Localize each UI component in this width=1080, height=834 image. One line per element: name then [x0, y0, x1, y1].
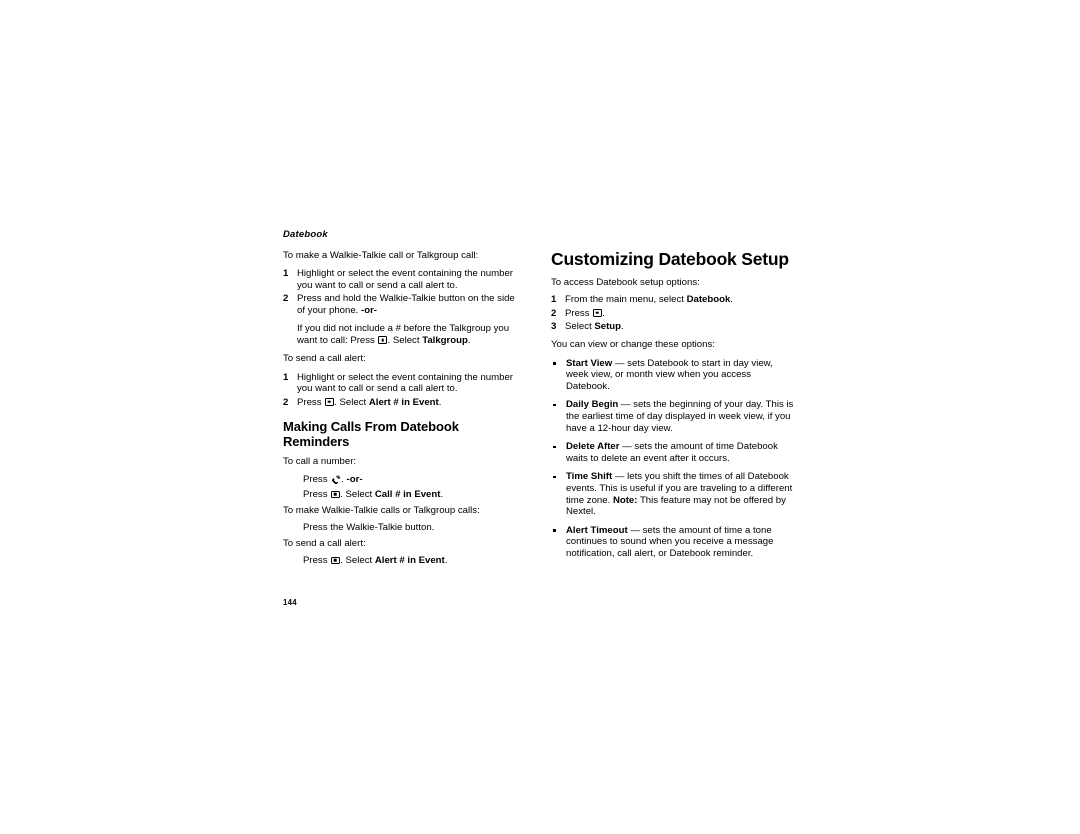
datebook-label: Datebook — [686, 294, 731, 306]
option-term: Start View — [566, 357, 613, 369]
alert-in-event-label: Alert # in Event — [368, 396, 439, 408]
press-walkie-talkie-button-line: Press the Walkie-Talkie button. — [303, 522, 435, 534]
right-column: Customizing Datebook Setup To access Dat… — [551, 250, 794, 567]
section-heading-making-calls: Making Calls From Datebook Reminders — [283, 419, 459, 449]
step-number: 1 — [283, 371, 289, 383]
intro-send-call-alert-1: To send a call alert: — [283, 353, 366, 365]
step-item: 3 Select Setup. — [551, 321, 794, 333]
press-label-mid: . Select — [340, 555, 375, 567]
intro-view-change-options: You can view or change these options: — [551, 339, 715, 351]
steps-send-call-alert: 1 Highlight or select the event containi… — [283, 372, 523, 408]
step-text-before: From the main menu, select — [565, 294, 687, 306]
list-item: Daily Begin — sets the beginning of your… — [551, 399, 794, 434]
or-emphasis: -or- — [346, 473, 363, 485]
running-head: Datebook — [283, 229, 328, 240]
step-text-end: . — [730, 294, 733, 306]
setup-options-list: Start View — sets Datebook to start in d… — [551, 358, 794, 560]
steps-walkie-talkie-call: 1 Highlight or select the event containi… — [283, 268, 523, 316]
press-menu-alert-line: Press . Select Alert # in Event. — [283, 555, 523, 568]
press-label: Press — [303, 473, 331, 485]
list-item: Alert Timeout — sets the amount of time … — [551, 525, 794, 560]
call-key-icon — [331, 474, 341, 484]
press-label-end: . — [440, 489, 444, 501]
step-number: 1 — [283, 268, 289, 280]
step-number: 3 — [551, 320, 557, 332]
bullet-dot-icon — [553, 362, 556, 365]
manual-page: Datebook To make a Walkie-Talkie call or… — [0, 0, 1080, 834]
bullet-dot-icon — [553, 445, 556, 449]
press-label-mid: . Select — [340, 489, 375, 501]
step-text-end: . — [602, 307, 605, 319]
press-label-end: . — [444, 555, 448, 567]
bullet-dot-icon — [553, 403, 556, 407]
step-text-before: Press — [297, 396, 325, 408]
step-number: 2 — [283, 396, 289, 408]
step-emphasis: -or- — [361, 304, 377, 316]
step-text-before: Press — [565, 307, 593, 319]
alert-in-event-label: Alert # in Event — [374, 555, 445, 567]
call-in-event-label: Call # in Event — [374, 489, 441, 501]
intro-call-a-number: To call a number: — [283, 456, 357, 468]
left-column: To make a Walkie-Talkie call or Talkgrou… — [283, 250, 523, 571]
step-text-end: . — [438, 396, 442, 408]
menu-select-key-icon — [592, 309, 602, 317]
press-label: Press — [303, 489, 331, 501]
intro-send-call-alert-2: To send a call alert: — [283, 537, 366, 549]
continuation-text-end: . — [467, 334, 471, 346]
setup-label: Setup — [594, 320, 621, 332]
step-item: 2 Press . — [551, 308, 794, 320]
step-number: 1 — [551, 294, 557, 306]
step-item: 1 Highlight or select the event containi… — [283, 268, 523, 291]
note-label: Note: — [612, 494, 638, 506]
list-item: Start View — sets Datebook to start in d… — [551, 358, 794, 393]
step-item: 2 Press . Select Alert # in Event. — [283, 397, 523, 409]
step-text-end: . — [621, 320, 624, 332]
option-term: Alert Timeout — [566, 524, 628, 536]
talkgroup-continuation: If you did not include a # before the Ta… — [283, 323, 523, 346]
list-item: Delete After — sets the amount of time D… — [551, 441, 794, 464]
step-text: Highlight or select the event containing… — [297, 371, 513, 395]
step-item: 1 Highlight or select the event containi… — [283, 372, 523, 395]
step-item: 1 From the main menu, select Datebook. — [551, 294, 794, 306]
menu-select-key-icon — [330, 556, 340, 565]
menu-select-key-icon — [330, 490, 340, 499]
talkgroup-label: Talkgroup — [422, 334, 468, 346]
option-term: Delete After — [566, 441, 620, 453]
page-number: 144 — [283, 598, 297, 607]
step-item: 2 Press and hold the Walkie-Talkie butto… — [283, 293, 523, 316]
intro-walkie-talkie-calls: To make Walkie-Talkie calls or Talkgroup… — [283, 504, 480, 516]
press-label: Press — [303, 555, 331, 567]
list-item: Time Shift — lets you shift the times of… — [551, 471, 794, 517]
press-menu-call-line: Press . Select Call # in Event. — [283, 489, 523, 502]
option-term: Time Shift — [566, 471, 613, 483]
step-number: 2 — [283, 293, 289, 305]
step-text-mid: . Select — [334, 396, 369, 408]
bullet-dot-icon — [553, 529, 556, 532]
intro-walkie-talkie-call: To make a Walkie-Talkie call or Talkgrou… — [283, 250, 479, 261]
step-number: 2 — [551, 307, 557, 319]
bullet-dot-icon — [553, 475, 556, 479]
press-call-key-line: Press . -or- — [283, 474, 523, 487]
menu-select-key-icon — [324, 398, 334, 406]
step-text: Press and hold the Walkie-Talkie button … — [297, 293, 515, 316]
menu-select-key-icon — [378, 336, 388, 344]
step-text: Highlight or select the event containing… — [297, 268, 513, 291]
option-term: Daily Begin — [566, 399, 619, 411]
step-text-before: Select — [565, 320, 595, 332]
continuation-text-mid: . Select — [387, 334, 423, 346]
page-title: Customizing Datebook Setup — [551, 249, 789, 269]
intro-access-setup-options: To access Datebook setup options: — [551, 277, 700, 288]
steps-access-setup: 1 From the main menu, select Datebook. 2… — [551, 294, 794, 332]
